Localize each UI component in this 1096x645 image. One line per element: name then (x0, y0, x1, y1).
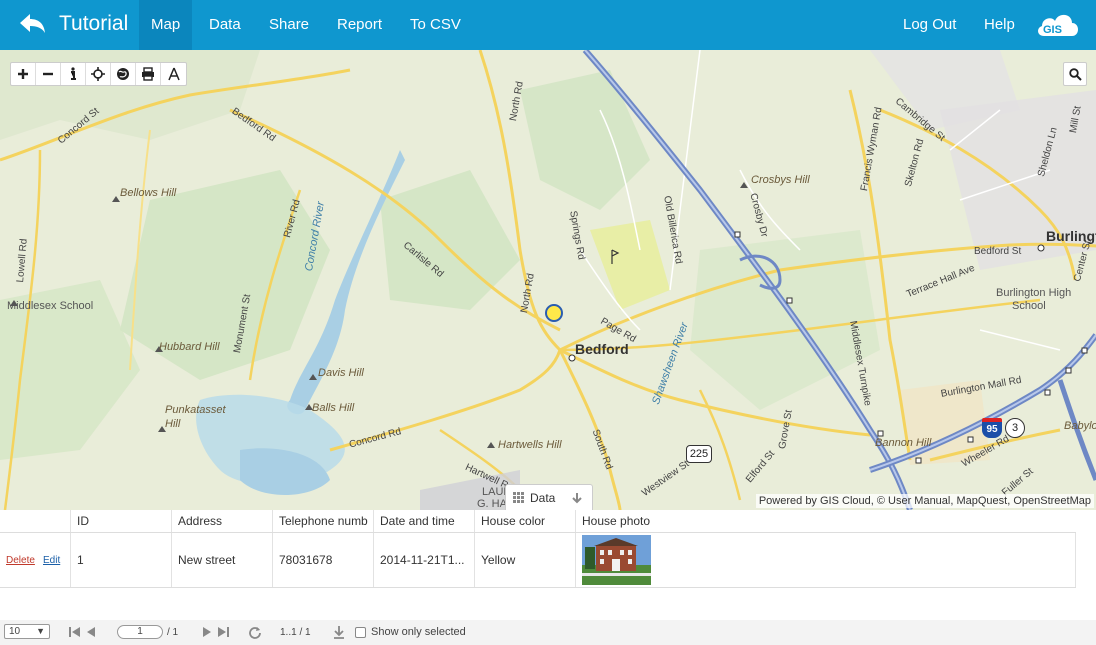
measure-button[interactable] (161, 63, 186, 85)
column-header-telephone[interactable]: Telephone numb (273, 510, 374, 532)
house-photo-thumbnail[interactable] (582, 535, 651, 585)
route-225-shield: 225 (686, 445, 712, 463)
nav-to-csv[interactable]: To CSV (398, 0, 473, 50)
zoom-in-button[interactable] (11, 63, 36, 85)
label-bedford-st: Bedford St (974, 246, 1022, 257)
route-95-shield: 95 (982, 418, 1002, 438)
cell-address: New street (172, 533, 273, 587)
last-page-icon[interactable] (216, 625, 230, 639)
globe-icon (117, 68, 129, 80)
download-icon[interactable] (332, 625, 346, 639)
edit-link[interactable]: Edit (43, 555, 60, 566)
grid-icon (513, 492, 524, 503)
label-hartwells-hill: Hartwells Hill (498, 439, 562, 451)
first-page-icon[interactable] (68, 625, 82, 639)
nav-data[interactable]: Data (197, 0, 253, 50)
label-babylon: Babylo (1064, 420, 1096, 432)
arrow-down-icon (572, 492, 583, 503)
map-attribution: Powered by GIS Cloud, © User Manual, Map… (755, 494, 1094, 508)
plus-icon (18, 69, 28, 79)
record-range: 1..1 / 1 (280, 627, 311, 638)
cell-telephone: 78031678 (273, 533, 374, 587)
print-button[interactable] (136, 63, 161, 85)
cell-house-photo (576, 533, 1076, 587)
info-button[interactable] (61, 63, 86, 85)
column-header-address[interactable]: Address (172, 510, 273, 532)
nav-report[interactable]: Report (325, 0, 394, 50)
column-header-id[interactable]: ID (71, 510, 172, 532)
top-bar: Tutorial Map Data Share Report To CSV Lo… (0, 0, 1096, 50)
refresh-icon[interactable] (248, 625, 262, 639)
zoom-out-button[interactable] (36, 63, 61, 85)
table-pager: 10 ▼ 1 / 1 1..1 / 1 Show only selected (0, 620, 1096, 645)
search-icon (1068, 67, 1082, 81)
column-header-date-time[interactable]: Date and time (374, 510, 475, 532)
map-view[interactable]: Bedford Burlingt Bellows Hill Hubbard Hi… (0, 50, 1096, 510)
show-selected-checkbox[interactable] (355, 627, 366, 638)
logo-text: GIS (1043, 24, 1062, 36)
delete-link[interactable]: Delete (6, 555, 35, 566)
label-burlington-high: Burlington High (996, 287, 1072, 299)
app-title: Tutorial (59, 12, 129, 35)
crosshair-icon (91, 67, 105, 81)
column-header-actions (0, 510, 71, 532)
label-punkatasset-hill: Hill (165, 418, 181, 430)
next-page-icon[interactable] (200, 625, 214, 639)
nav-map[interactable]: Map (139, 0, 193, 50)
compass-icon (167, 67, 180, 81)
pan-button[interactable] (86, 63, 111, 85)
row-divider (0, 587, 1076, 588)
label-balls-hill: Balls Hill (312, 402, 355, 414)
data-toggle-label: Data (530, 490, 556, 505)
page-of-label: / 1 (167, 627, 179, 638)
column-header-house-color[interactable]: House color (475, 510, 576, 532)
dropdown-arrow-icon: ▼ (36, 626, 45, 636)
label-hubbard-hill: Hubbard Hill (159, 341, 220, 353)
cell-house-color: Yellow (475, 533, 576, 587)
page-size-value: 10 (9, 626, 21, 637)
label-middlesex-school: Middlesex School (7, 300, 94, 312)
minus-icon (43, 72, 53, 76)
cell-id: 1 (71, 533, 172, 587)
back-arrow-icon[interactable] (16, 10, 48, 40)
cell-date-time: 2014-11-21T1... (374, 533, 475, 587)
page-size-select[interactable]: 10 ▼ (4, 624, 50, 639)
gis-cloud-logo: GIS (1038, 14, 1078, 36)
label-davis-hill: Davis Hill (318, 367, 364, 379)
nav-share[interactable]: Share (257, 0, 321, 50)
page-number-input[interactable]: 1 (117, 625, 163, 639)
label-burlington-high-school: School (1012, 300, 1046, 312)
label-crosbys-hill: Crosbys Hill (751, 174, 810, 186)
data-panel-toggle[interactable]: Data (505, 484, 593, 510)
printer-icon (142, 67, 154, 81)
column-header-house-photo[interactable]: House photo (576, 510, 1076, 532)
nav-log-out[interactable]: Log Out (891, 0, 968, 50)
data-table: ID Address Telephone numb Date and time … (0, 510, 1096, 610)
label-bannon-hill: Bannon Hill (875, 437, 932, 449)
prev-page-icon[interactable] (84, 625, 98, 639)
label-bedford: Bedford (575, 341, 629, 357)
show-selected-label: Show only selected (371, 626, 466, 638)
route-3-shield: 3 (1005, 418, 1025, 438)
map-toolbar (10, 62, 187, 86)
label-bellows-hill: Bellows Hill (120, 187, 177, 199)
globe-button[interactable] (111, 63, 136, 85)
data-point-marker (545, 304, 563, 322)
info-icon (71, 67, 76, 80)
nav-help[interactable]: Help (972, 0, 1027, 50)
map-search-button[interactable] (1063, 62, 1087, 86)
label-punkatasset: Punkatasset (165, 404, 226, 416)
